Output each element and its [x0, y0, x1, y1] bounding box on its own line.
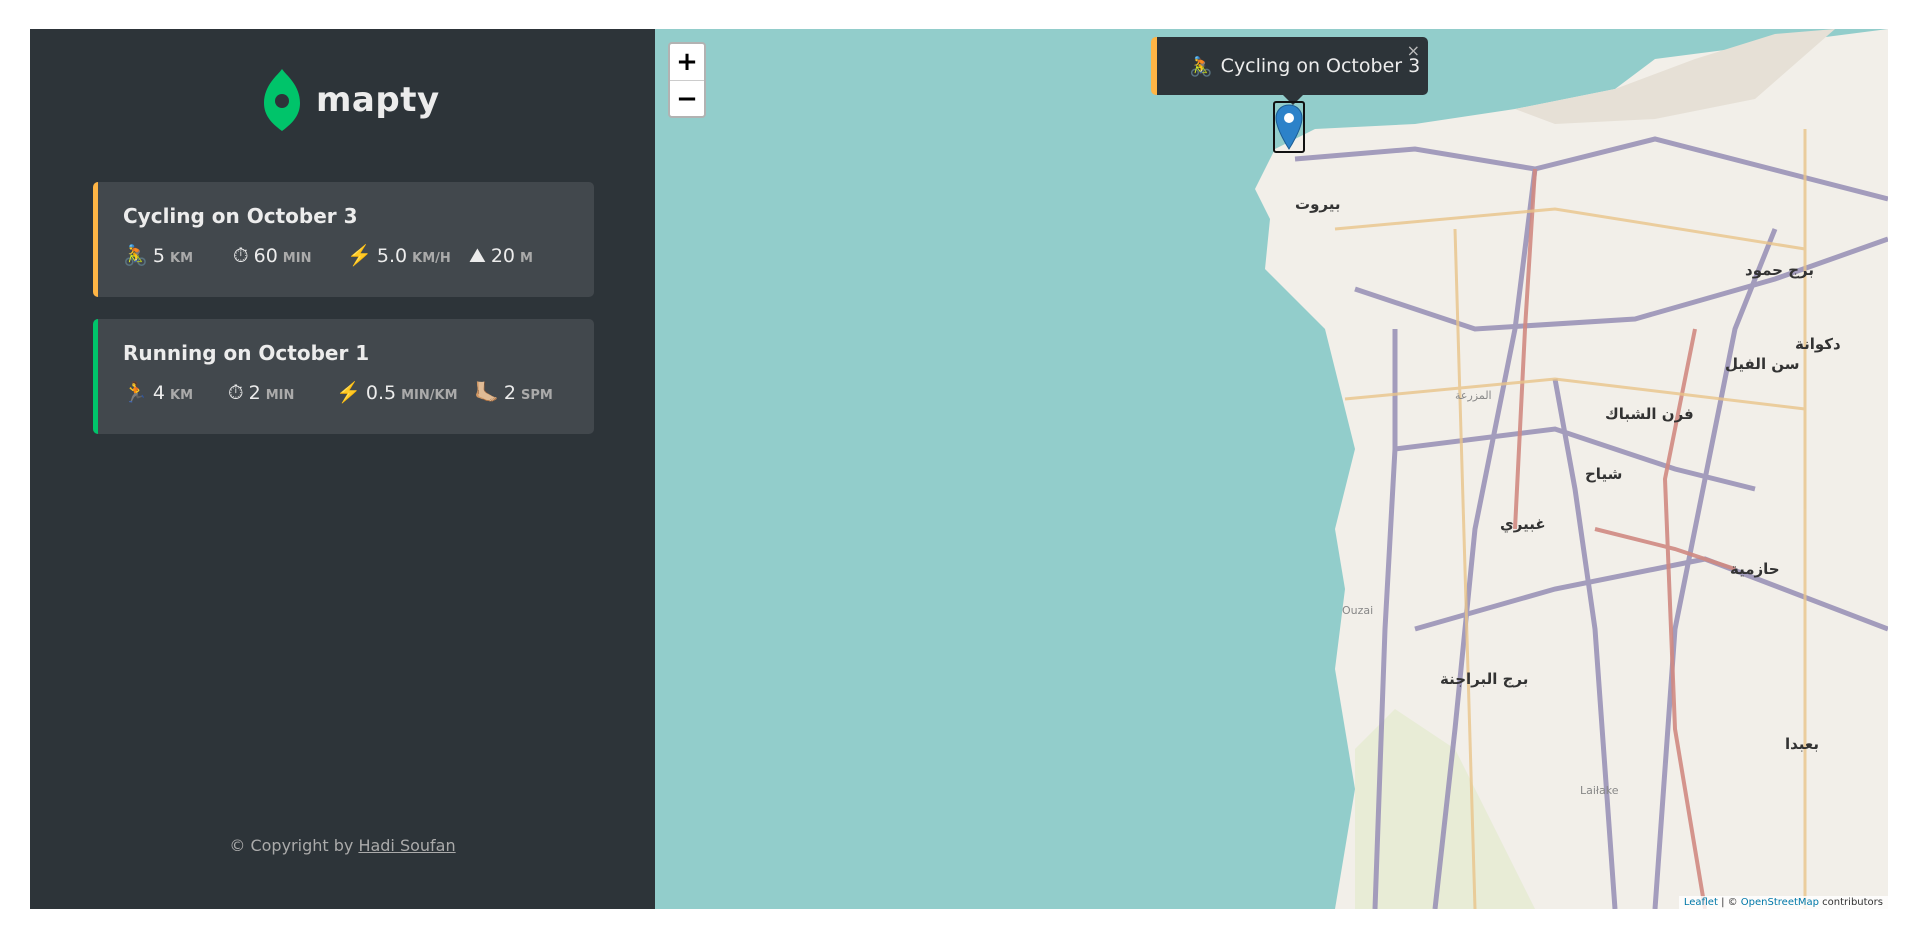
map-attribution: Leaflet | © OpenStreetMap contributors	[1678, 896, 1888, 909]
map-marker[interactable]	[1273, 101, 1305, 153]
sidebar: mapty Cycling on October 3 🚴 5 km ⏱ 60 m…	[30, 29, 655, 909]
runner-icon: 🏃	[123, 380, 148, 404]
distance-value: 5	[152, 245, 165, 267]
zoom-control: + −	[668, 42, 706, 118]
copyright-prefix: © Copyright by	[229, 836, 359, 855]
attribution-suffix: contributors	[1819, 897, 1883, 908]
workout-card-cycling[interactable]: Cycling on October 3 🚴 5 km ⏱ 60 min ⚡️ …	[93, 182, 594, 297]
elevation-unit: m	[520, 251, 533, 266]
workout-title: Running on October 1	[123, 341, 370, 365]
duration-value: 2	[248, 382, 261, 404]
stopwatch-icon: ⏱	[233, 243, 249, 267]
app: mapty Cycling on October 3 🚴 5 km ⏱ 60 m…	[30, 29, 1888, 909]
stopwatch-icon: ⏱	[228, 380, 244, 404]
workout-card-running[interactable]: Running on October 1 🏃 4 km ⏱ 2 min ⚡️ 0…	[93, 319, 594, 434]
map-label: سن الفيل	[1725, 355, 1800, 373]
cadence-unit: spm	[521, 388, 553, 403]
location-pin-icon	[264, 69, 300, 131]
map[interactable]: بيروت برج حمود دكوانة سن الفيل فرن الشبا…	[655, 29, 1888, 909]
distance-unit: km	[170, 388, 194, 403]
speed-value: 5.0	[376, 245, 408, 267]
osm-link[interactable]: OpenStreetMap	[1741, 897, 1819, 908]
workout-elevation: ⛰ 20 m	[469, 243, 533, 267]
workout-distance: 🏃 4 km	[123, 380, 228, 404]
duration-value: 60	[253, 245, 278, 267]
cadence-value: 2	[503, 382, 516, 404]
duration-unit: min	[282, 251, 312, 266]
logo-text: mapty	[316, 80, 440, 120]
lightning-icon: ⚡️	[347, 243, 372, 267]
workout-distance: 🚴 5 km	[123, 243, 233, 267]
elevation-value: 20	[490, 245, 515, 267]
workout-details: 🚴 5 km ⏱ 60 min ⚡️ 5.0 km/h ⛰ 20 m	[123, 243, 594, 267]
map-label: Laiłake	[1580, 784, 1619, 797]
popup-text: Cycling on October 3	[1220, 55, 1421, 77]
map-label: برج البراجنة	[1440, 670, 1528, 688]
map-label: دكوانة	[1795, 335, 1841, 353]
map-label: Ouzai	[1342, 604, 1373, 617]
distance-value: 4	[152, 382, 165, 404]
foot-icon: 🦶🏼	[474, 380, 499, 404]
speed-unit: km/h	[412, 251, 451, 266]
map-marker-icon	[1275, 104, 1303, 150]
zoom-in-button[interactable]: +	[670, 44, 704, 80]
attribution-separator: | ©	[1717, 897, 1741, 908]
map-label: المزرعة	[1455, 389, 1492, 402]
workout-details: 🏃 4 km ⏱ 2 min ⚡️ 0.5 min/km 🦶🏼 2	[123, 380, 594, 404]
copyright: © Copyright by Hadi Soufan	[30, 836, 655, 855]
workout-cadence: 🦶🏼 2 spm	[474, 380, 553, 404]
bicycle-icon: 🚴	[1189, 55, 1213, 78]
map-label: بعبدا	[1785, 735, 1819, 753]
workout-pace: ⚡️ 0.5 min/km	[336, 380, 474, 404]
pace-unit: min/km	[401, 388, 458, 403]
map-label: بيروت	[1295, 195, 1340, 213]
map-label: فرن الشباك	[1605, 405, 1694, 423]
mountain-icon: ⛰	[469, 243, 486, 267]
logo: mapty	[262, 67, 440, 133]
map-label: حازمية	[1730, 560, 1780, 578]
author-link[interactable]: Hadi Soufan	[358, 836, 455, 855]
distance-unit: km	[170, 251, 194, 266]
map-tiles: بيروت برج حمود دكوانة سن الفيل فرن الشبا…	[1255, 29, 1888, 909]
workout-duration: ⏱ 60 min	[233, 243, 347, 267]
zoom-out-button[interactable]: −	[670, 80, 704, 116]
map-label: غبيري	[1500, 515, 1546, 534]
duration-unit: min	[265, 388, 295, 403]
workout-title: Cycling on October 3	[123, 204, 358, 228]
bicycle-icon: 🚴	[123, 243, 148, 267]
map-label: شياح	[1585, 465, 1622, 483]
workout-popup: 🚴 Cycling on October 3 ×	[1151, 37, 1428, 95]
workout-speed: ⚡️ 5.0 km/h	[347, 243, 469, 267]
pace-value: 0.5	[365, 382, 397, 404]
leaflet-link[interactable]: Leaflet	[1684, 897, 1718, 908]
map-label: برج حمود	[1745, 261, 1814, 279]
lightning-icon: ⚡️	[336, 380, 361, 404]
close-icon[interactable]: ×	[1407, 41, 1420, 60]
workout-duration: ⏱ 2 min	[228, 380, 336, 404]
